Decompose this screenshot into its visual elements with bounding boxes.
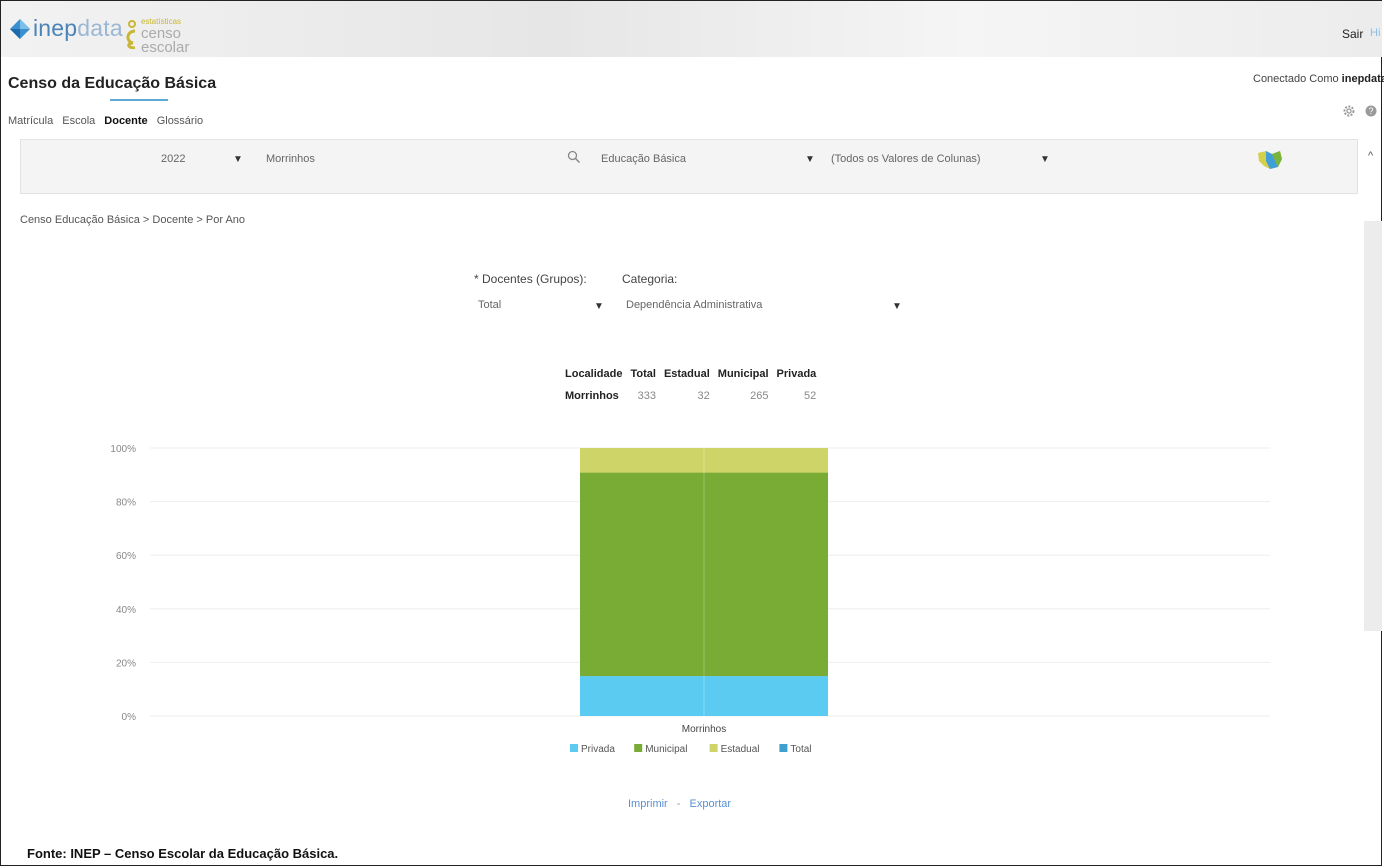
table-header: Estadual <box>663 368 710 380</box>
logo2-line2: escolar <box>141 39 190 56</box>
legend-label: Municipal <box>645 744 687 755</box>
breadcrumb: Censo Educação Básica > Docente > Por An… <box>20 214 246 226</box>
page-title: Censo da Educação Básica <box>8 75 217 92</box>
table-cell: 52 <box>804 390 817 402</box>
top-banner: inepdata estatísticas censo escolar Sair… <box>1 1 1382 57</box>
legend-label: Estadual <box>721 744 760 755</box>
logout-hint: Hi <box>1370 27 1381 39</box>
logo-text-thin: data <box>77 15 123 41</box>
year-select[interactable]: 2022 <box>161 153 185 165</box>
map-icon[interactable] <box>1256 149 1284 176</box>
municipality-input[interactable]: Morrinhos <box>266 153 315 165</box>
category-label: Categoria: <box>622 272 678 286</box>
year-dropdown-icon[interactable]: ▼ <box>233 154 243 165</box>
table-cell: 333 <box>637 390 656 402</box>
search-icon[interactable] <box>567 150 581 169</box>
columns-dropdown-icon[interactable]: ▼ <box>1040 154 1050 165</box>
legend-label: Privada <box>581 744 615 755</box>
tab-glossario[interactable]: Glossário <box>157 115 203 127</box>
summary-table: Localidade Total Estadual Municipal Priv… <box>561 363 820 407</box>
legend-swatch <box>570 744 578 752</box>
connected-as: Conectado Como inepdata <box>1253 73 1384 85</box>
group-select[interactable]: Total <box>478 299 501 311</box>
collapse-icon[interactable]: ^ <box>1368 150 1373 162</box>
legend-swatch <box>634 744 643 752</box>
table-header-row: Localidade Total Estadual Municipal Priv… <box>561 363 820 385</box>
y-tick-label: 0% <box>122 712 137 723</box>
x-category-label: Morrinhos <box>682 724 726 735</box>
logout-link[interactable]: Sair <box>1342 27 1363 41</box>
chart-actions: Imprimir - Exportar <box>628 798 731 810</box>
table-header: Privada <box>776 368 817 380</box>
stage-dropdown-icon[interactable]: ▼ <box>805 154 815 165</box>
table-header: Municipal <box>717 368 769 380</box>
y-tick-label: 100% <box>110 444 136 455</box>
inep-diamond-icon <box>9 18 31 40</box>
svg-text:?: ? <box>1368 106 1373 116</box>
category-dropdown-icon[interactable]: ▼ <box>892 301 902 312</box>
stage-select[interactable]: Educação Básica <box>601 153 686 165</box>
connected-label: Conectado Como <box>1253 73 1339 85</box>
print-link[interactable]: Imprimir <box>628 798 668 810</box>
table-header: Total <box>630 368 656 380</box>
tab-matricula[interactable]: Matrícula <box>8 115 53 127</box>
inepdata-logo[interactable]: inepdata <box>9 15 123 42</box>
table-header: Localidade <box>565 368 623 380</box>
connected-user[interactable]: inepdata <box>1342 73 1384 85</box>
columns-select[interactable]: (Todos os Valores de Colunas) <box>831 153 981 165</box>
tab-escola[interactable]: Escola <box>62 115 95 127</box>
logo-text-main: inep <box>33 15 78 41</box>
legend-label: Total <box>790 744 811 755</box>
title-underline <box>110 99 168 101</box>
y-tick-label: 20% <box>116 658 136 669</box>
group-label: * Docentes (Grupos): <box>474 272 587 286</box>
table-cell: 32 <box>697 390 710 402</box>
stacked-bar-chart: 0% 20% 40% 60% 80% 100% Morrinhos Privada Munici… <box>110 444 1270 755</box>
table-cell-localidade: Morrinhos <box>565 390 619 402</box>
tab-bar: Matrícula Escola Docente Glossário <box>8 115 212 127</box>
source-footer: Fonte: INEP – Censo Escolar da Educação … <box>27 846 339 861</box>
link-separator: - <box>676 798 681 810</box>
filter-bar: 2022 ▼ Morrinhos Educação Básica ▼ (Todo… <box>20 139 1373 194</box>
tab-docente[interactable]: Docente <box>104 115 147 127</box>
y-tick-label: 60% <box>116 551 136 562</box>
y-tick-label: 40% <box>116 605 136 616</box>
help-icon[interactable]: ? <box>1365 104 1377 122</box>
censo-leaf-icon <box>123 19 139 50</box>
legend-swatch <box>709 744 718 752</box>
category-select[interactable]: Dependência Administrativa <box>626 299 762 311</box>
group-dropdown-icon[interactable]: ▼ <box>594 301 604 312</box>
table-cell: 265 <box>750 390 769 402</box>
y-tick-label: 80% <box>116 498 136 509</box>
scrollbar[interactable] <box>1364 221 1382 631</box>
censo-escolar-logo: estatísticas censo escolar <box>123 13 189 55</box>
table-row: Morrinhos 333 32 265 52 <box>561 385 820 407</box>
gear-icon[interactable] <box>1342 104 1356 123</box>
legend-swatch <box>779 744 788 752</box>
export-link[interactable]: Exportar <box>690 798 732 810</box>
